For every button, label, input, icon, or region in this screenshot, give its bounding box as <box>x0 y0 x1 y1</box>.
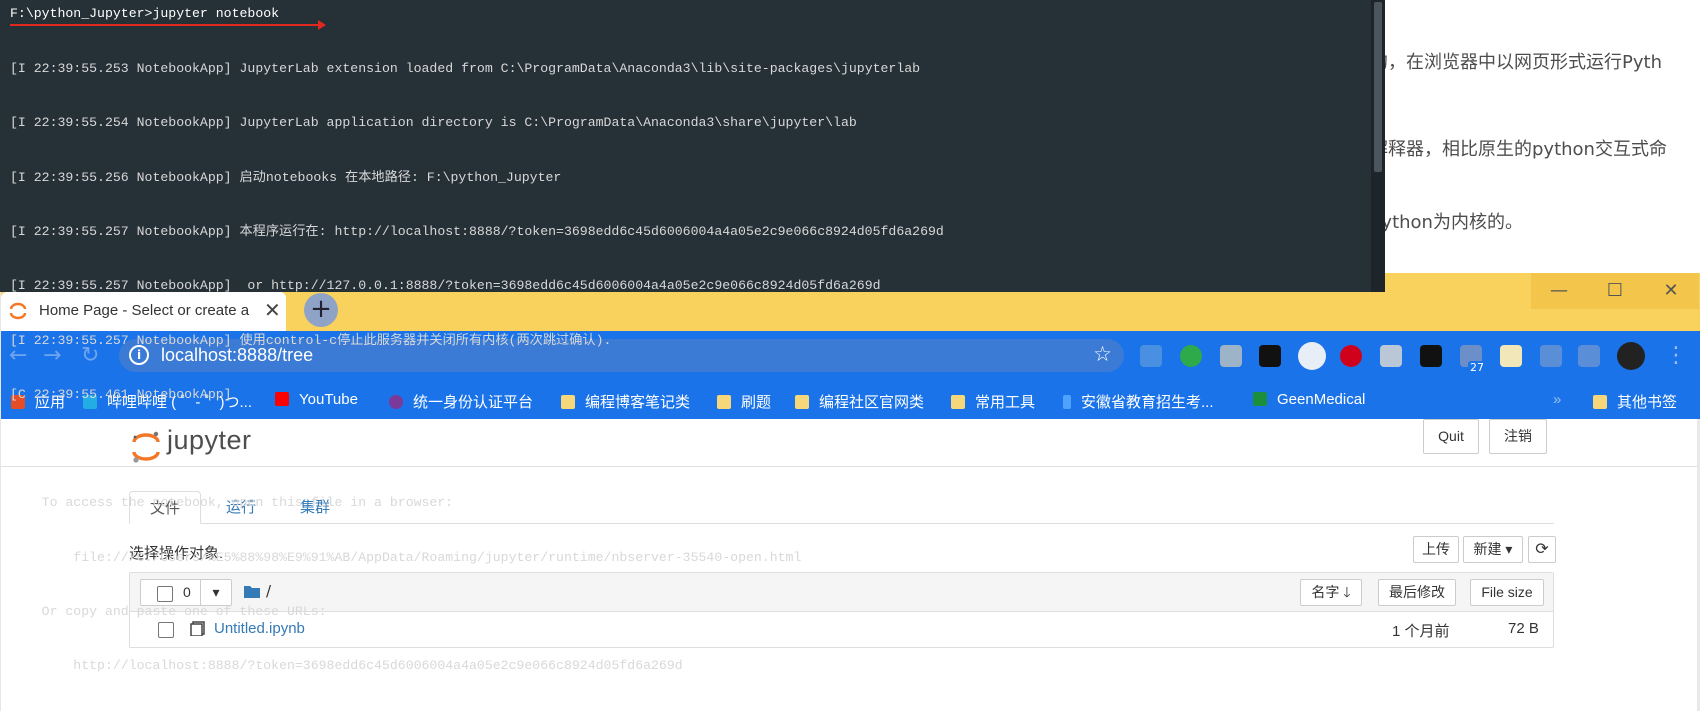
extension-badge: 27 <box>1468 361 1486 374</box>
geenmedical-icon <box>1253 392 1267 406</box>
log-line: [I 22:39:55.257 NotebookApp] 本程序运行在: htt… <box>10 224 944 240</box>
extensions-puzzle-icon[interactable] <box>1540 345 1562 367</box>
maximize-button[interactable]: ☐ <box>1587 273 1643 309</box>
other-bookmarks-folder[interactable]: 其他书签 <box>1593 391 1677 412</box>
terminal-prompt: F:\python_Jupyter>jupyter notebook <box>10 6 280 21</box>
minimize-button[interactable]: — <box>1531 273 1587 309</box>
folder-icon <box>1593 395 1607 409</box>
extension-shield-icon[interactable] <box>1298 342 1326 370</box>
logout-button[interactable]: 注销 <box>1489 419 1547 454</box>
terminal-scroll-thumb[interactable] <box>1374 2 1382 172</box>
bookmark-star-icon[interactable]: ☆ <box>1093 342 1112 366</box>
log-line: [I 22:39:55.253 NotebookApp] JupyterLab … <box>10 61 921 77</box>
log-line: [I 22:39:55.254 NotebookApp] JupyterLab … <box>10 115 857 131</box>
arrow-site-icon <box>1063 395 1071 409</box>
terminal-window[interactable]: F:\python_Jupyter>jupyter notebook [I 22… <box>0 0 1385 673</box>
bookmark-folder[interactable]: 常用工具 <box>951 391 1035 412</box>
file-size: 72 B <box>1508 620 1539 637</box>
log-line: file:///C:/Users/%E5%88%98%E9%91%AB/AppD… <box>10 549 802 565</box>
log-line: Or copy and paste one of these URLs: <box>10 604 327 619</box>
bookmark-item[interactable]: GeenMedical <box>1253 391 1365 408</box>
article-line: python为内核的。 <box>1370 212 1523 233</box>
terminal-scrollbar[interactable] <box>1371 0 1385 292</box>
article-line: 解释器，相比原生的python交互式命 <box>1370 139 1667 160</box>
browser-menu-icon[interactable]: ⋮ <box>1665 343 1687 368</box>
new-dropdown-button[interactable]: 新建 ▾ <box>1463 536 1523 563</box>
extension-refresh-icon[interactable] <box>1180 345 1202 367</box>
extension-mark-icon[interactable] <box>1578 345 1600 367</box>
extension-bolt-icon[interactable] <box>1220 345 1242 367</box>
extension-glasses-icon[interactable] <box>1259 345 1281 367</box>
extension-diamond-icon[interactable] <box>1140 345 1162 367</box>
log-line: [I 22:39:55.256 NotebookApp] 启动notebooks… <box>10 169 562 185</box>
sort-by-modified-button[interactable]: 最后修改 <box>1378 579 1456 606</box>
close-window-button[interactable]: ✕ <box>1643 273 1699 309</box>
log-line: http://localhost:8888/?token=3698edd6c45… <box>10 658 683 674</box>
article-line: 的，在浏览器中以网页形式运行Pyth <box>1370 52 1662 73</box>
log-line: To access the notebook, open this file i… <box>10 495 454 511</box>
sort-by-size-button[interactable]: File size <box>1470 579 1544 606</box>
file-modified: 1 个月前 <box>1392 623 1450 640</box>
extension-bulb-icon[interactable] <box>1500 345 1522 367</box>
extension-l-icon[interactable] <box>1420 345 1442 367</box>
folder-icon <box>951 395 965 409</box>
profile-avatar[interactable] <box>1617 342 1645 370</box>
extension-puzzle-icon[interactable] <box>1380 345 1402 367</box>
refresh-button[interactable]: ⟳ <box>1528 536 1556 563</box>
quit-button[interactable]: Quit <box>1423 419 1479 454</box>
bookmark-item[interactable]: 安徽省教育招生考... <box>1063 391 1214 412</box>
sort-by-name-button[interactable]: 名字 🡓 <box>1300 579 1362 606</box>
log-line: [I 22:39:55.257 NotebookApp] 使用control-c… <box>10 332 612 348</box>
log-line: [C 22:39:55.461 NotebookApp] <box>10 386 232 402</box>
upload-button[interactable]: 上传 <box>1413 536 1459 563</box>
bookmarks-overflow-icon[interactable]: » <box>1553 391 1561 408</box>
terminal-log: [I 22:39:55.253 NotebookApp] JupyterLab … <box>10 24 944 712</box>
log-line: [I 22:39:55.257 NotebookApp] or http://1… <box>10 278 881 294</box>
adblock-icon[interactable] <box>1340 345 1362 367</box>
